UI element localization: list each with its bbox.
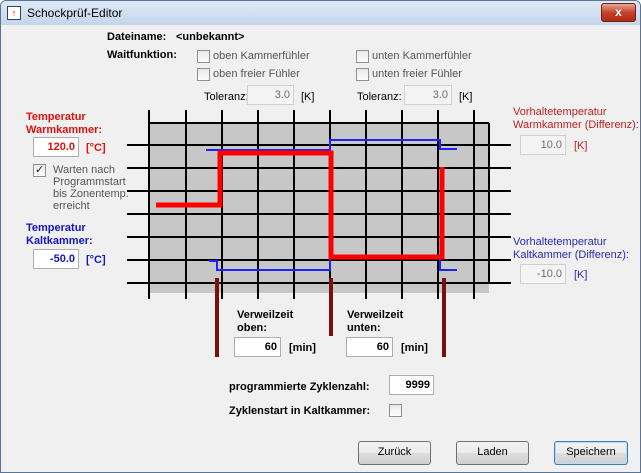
cycles-field[interactable]: 9999: [389, 375, 434, 395]
dwell-top-field[interactable]: 60: [234, 337, 281, 357]
close-button[interactable]: x: [601, 3, 636, 22]
back-button[interactable]: Zurück: [358, 441, 431, 465]
dwell-bottom-unit: [min]: [401, 342, 428, 354]
app-icon: ↑: [7, 6, 21, 20]
checkbox-cold-start[interactable]: [389, 404, 402, 417]
cold-start-label: Zyklenstart in Kaltkammer:: [229, 405, 371, 417]
load-button[interactable]: Laden: [456, 441, 529, 465]
dwell-top-unit: [min]: [289, 342, 316, 354]
dwell-bottom-field[interactable]: 60: [346, 337, 393, 357]
client-area: Dateiname: <unbekannt> Waitfunktion: obe…: [1, 25, 640, 472]
dwell-top-label-line2: oben:: [237, 322, 267, 334]
save-button[interactable]: Speichern: [554, 441, 628, 465]
dwell-top-label-line1: Verweilzeit: [237, 309, 294, 321]
title-bar: ↑ Schockprüf-Editor x: [1, 1, 640, 26]
dwell-bottom-label-line2: unten:: [347, 322, 381, 334]
dwell-bottom-label-line1: Verweilzeit: [347, 309, 404, 321]
editor-window: ↑ Schockprüf-Editor x Dateiname: <unbeka…: [0, 0, 641, 473]
window-title: Schockprüf-Editor: [27, 6, 123, 20]
cycles-label: programmierte Zyklenzahl:: [229, 381, 370, 393]
